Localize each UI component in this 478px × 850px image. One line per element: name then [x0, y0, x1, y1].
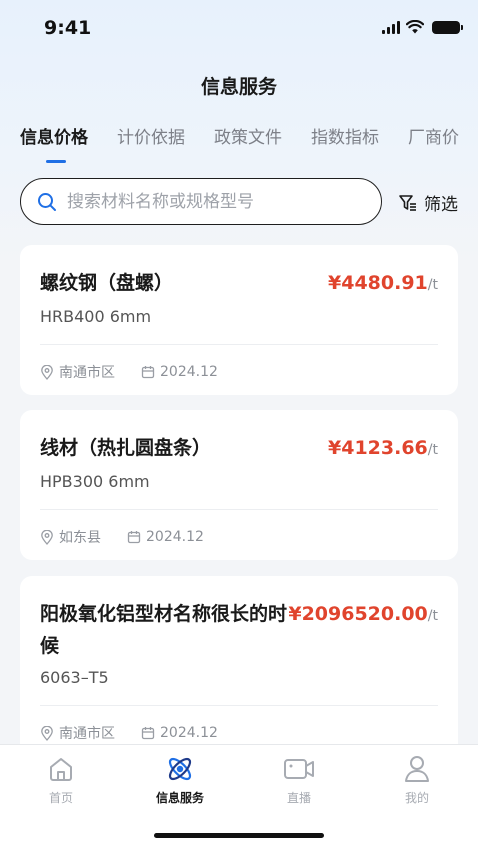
- tabbar-info-service-label: 信息服务: [155, 791, 204, 805]
- tabbar-home[interactable]: 首页: [21, 753, 101, 806]
- material-name: 螺纹钢（盘螺）: [40, 272, 174, 294]
- price-unit: /t: [427, 277, 438, 293]
- category-tabs: 信息价格 计价依据 政策文件 指数指标 厂商价: [20, 126, 478, 166]
- price: ¥4480.91/t: [328, 267, 438, 301]
- tabbar-live-label: 直播: [286, 791, 311, 805]
- status-icons: [382, 20, 463, 34]
- search-input[interactable]: [67, 191, 347, 212]
- price: ¥4123.66/t: [328, 432, 438, 466]
- user-icon: [405, 756, 429, 782]
- page-title: 信息服务: [200, 76, 277, 98]
- region-label: 南通市区: [59, 365, 115, 381]
- date-label: 2024.12: [160, 725, 218, 741]
- tabbar-mine-label: 我的: [404, 791, 429, 805]
- date: 2024.12: [127, 529, 204, 545]
- location-pin-icon: [41, 725, 53, 741]
- cellular-signal-icon: [382, 20, 400, 34]
- tab-policy-docs[interactable]: 政策文件: [214, 126, 282, 150]
- status-time: 9:41: [44, 17, 92, 39]
- search-icon: [38, 192, 56, 211]
- location-pin-icon: [41, 364, 53, 380]
- price-value: ¥4123.66: [328, 437, 428, 459]
- calendar-icon: [127, 531, 141, 544]
- material-spec: 6063–T5: [40, 668, 109, 687]
- home-indicator: [154, 833, 324, 838]
- bottom-tab-bar: 首页 信息服务 直播 我的: [0, 744, 478, 850]
- price-value: ¥4480.91: [328, 272, 428, 294]
- tabbar-live[interactable]: 直播: [259, 753, 339, 806]
- location-pin-icon: [41, 529, 53, 545]
- price-card[interactable]: 螺纹钢（盘螺） ¥4480.91/t HRB400 6mm 南通市区 2024.…: [20, 245, 458, 395]
- region: 南通市区: [40, 362, 115, 382]
- material-name: 阳极氧化铝型材名称很长的时候: [40, 603, 288, 657]
- wifi-icon: [406, 20, 424, 34]
- card-meta: 南通市区 2024.12: [40, 345, 438, 399]
- region: 如东县: [40, 527, 101, 547]
- price-value: ¥2096520.00: [288, 603, 428, 625]
- tab-info-price[interactable]: 信息价格: [20, 126, 88, 163]
- battery-icon: [432, 20, 463, 34]
- filter-button[interactable]: 筛选: [398, 190, 458, 215]
- status-bar: 9:41: [0, 0, 478, 56]
- price-unit: /t: [427, 442, 438, 458]
- price-card[interactable]: 线材（热扎圆盘条） ¥4123.66/t HPB300 6mm 如东县 2024…: [20, 410, 458, 560]
- material-spec: HPB300 6mm: [40, 472, 150, 491]
- card-meta: 如东县 2024.12: [40, 510, 438, 564]
- date: 2024.12: [141, 364, 218, 380]
- tab-pricing-basis[interactable]: 计价依据: [117, 126, 185, 150]
- price-unit: /t: [427, 608, 438, 624]
- tab-vendor-price[interactable]: 厂商价: [408, 126, 459, 150]
- tabbar-mine[interactable]: 我的: [377, 753, 457, 806]
- video-icon: [284, 759, 314, 779]
- calendar-icon: [141, 727, 155, 740]
- date-label: 2024.12: [146, 529, 204, 545]
- date: 2024.12: [141, 725, 218, 741]
- region-label: 南通市区: [59, 726, 115, 742]
- filter-label: 筛选: [424, 195, 458, 215]
- material-spec: HRB400 6mm: [40, 307, 152, 326]
- region-label: 如东县: [59, 530, 101, 546]
- tab-index-indicators[interactable]: 指数指标: [311, 126, 379, 150]
- price: ¥2096520.00/t: [288, 598, 438, 632]
- search-box[interactable]: [20, 178, 382, 225]
- tabbar-info-service[interactable]: 信息服务: [140, 753, 220, 806]
- tabbar-home-label: 首页: [48, 791, 73, 805]
- atom-icon: [168, 757, 192, 781]
- search-row: 筛选: [20, 178, 458, 225]
- region: 南通市区: [40, 723, 115, 743]
- material-name: 线材（热扎圆盘条）: [40, 437, 212, 459]
- date-label: 2024.12: [160, 364, 218, 380]
- filter-icon: [399, 194, 416, 211]
- home-icon: [50, 758, 72, 781]
- calendar-icon: [141, 366, 155, 379]
